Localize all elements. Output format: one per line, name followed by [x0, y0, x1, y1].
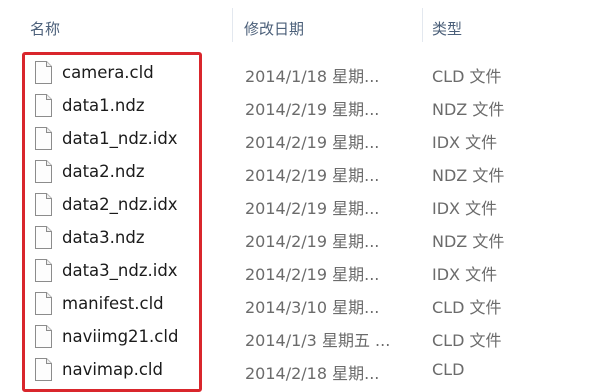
column-divider[interactable] — [232, 8, 233, 42]
file-icon — [35, 160, 52, 183]
column-header: 名称 修改日期 类型 — [0, 0, 600, 50]
file-icon — [35, 292, 52, 315]
file-modified-date: 2014/1/18 星期... — [245, 67, 380, 86]
file-modified-date: 2014/2/18 星期... — [245, 364, 380, 383]
file-modified-date: 2014/1/3 星期五 ... — [245, 331, 391, 350]
file-row[interactable]: navimap.cld 2014/2/18 星期... CLD — [0, 355, 600, 387]
file-modified-date: 2014/2/19 星期... — [245, 133, 380, 152]
file-name: data2_ndz.idx — [62, 195, 178, 214]
file-name: navimap.cld — [62, 360, 163, 379]
file-icon — [35, 259, 52, 282]
file-row[interactable]: camera.cld 2014/1/18 星期... CLD 文件 — [0, 58, 600, 90]
file-row[interactable]: data1.ndz 2014/2/19 星期... NDZ 文件 — [0, 91, 600, 123]
file-name: camera.cld — [62, 63, 154, 82]
file-type: CLD 文件 — [432, 298, 502, 317]
file-icon — [35, 358, 52, 381]
column-header-name[interactable]: 名称 — [30, 18, 60, 39]
file-type: CLD 文件 — [432, 67, 502, 86]
file-modified-date: 2014/2/19 星期... — [245, 166, 380, 185]
column-divider[interactable] — [422, 8, 423, 42]
file-row[interactable]: data1_ndz.idx 2014/2/19 星期... IDX 文件 — [0, 124, 600, 156]
file-row[interactable]: data3.ndz 2014/2/19 星期... NDZ 文件 — [0, 223, 600, 255]
file-type: CLD 文件 — [432, 331, 502, 350]
file-row[interactable]: naviimg21.cld 2014/1/3 星期五 ... CLD 文件 — [0, 322, 600, 354]
file-type: NDZ 文件 — [432, 166, 505, 185]
file-modified-date: 2014/2/19 星期... — [245, 199, 380, 218]
file-icon — [35, 193, 52, 216]
file-icon — [35, 127, 52, 150]
file-type: IDX 文件 — [432, 199, 498, 218]
file-type: IDX 文件 — [432, 133, 498, 152]
file-row[interactable]: manifest.cld 2014/3/10 星期... CLD 文件 — [0, 289, 600, 321]
file-type: IDX 文件 — [432, 265, 498, 284]
file-name: manifest.cld — [62, 294, 164, 313]
file-name: data1_ndz.idx — [62, 129, 178, 148]
file-row[interactable]: data2_ndz.idx 2014/2/19 星期... IDX 文件 — [0, 190, 600, 222]
file-name: data3_ndz.idx — [62, 261, 178, 280]
file-modified-date: 2014/3/10 星期... — [245, 298, 380, 317]
file-modified-date: 2014/2/19 星期... — [245, 265, 380, 284]
file-modified-date: 2014/2/19 星期... — [245, 100, 380, 119]
file-modified-date: 2014/2/19 星期... — [245, 232, 380, 251]
column-header-date[interactable]: 修改日期 — [244, 18, 304, 39]
file-row[interactable]: data3_ndz.idx 2014/2/19 星期... IDX 文件 — [0, 256, 600, 288]
file-name: naviimg21.cld — [62, 327, 179, 346]
file-icon — [35, 61, 52, 84]
file-icon — [35, 325, 52, 348]
file-row[interactable]: data2.ndz 2014/2/19 星期... NDZ 文件 — [0, 157, 600, 189]
file-icon — [35, 226, 52, 249]
file-name: data2.ndz — [62, 162, 145, 181]
file-name: data1.ndz — [62, 96, 145, 115]
file-name: data3.ndz — [62, 228, 145, 247]
file-type: CLD — [432, 360, 465, 379]
file-type: NDZ 文件 — [432, 232, 505, 251]
file-icon — [35, 94, 52, 117]
file-type: NDZ 文件 — [432, 100, 505, 119]
column-header-type[interactable]: 类型 — [432, 18, 462, 39]
